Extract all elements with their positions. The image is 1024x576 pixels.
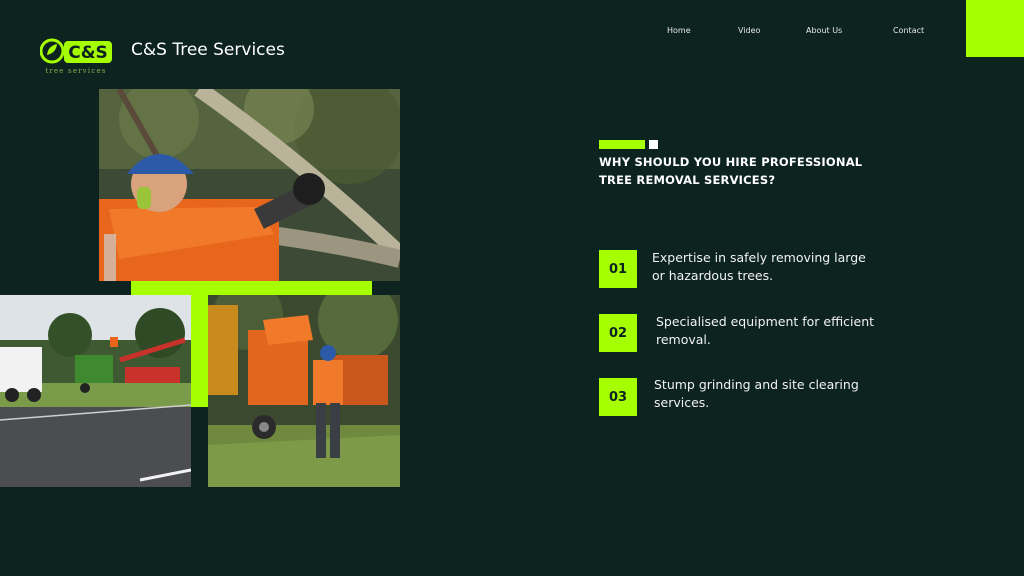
benefit-number-1: 01 <box>599 250 637 288</box>
wood-chipper-worker-photo <box>208 295 400 487</box>
brand-name: C&S Tree Services <box>131 40 285 60</box>
arborist-cutting-branch-photo <box>99 89 400 281</box>
benefit-text-3: Stump grinding and site clearing service… <box>654 377 859 410</box>
section-heading: WHY SHOULD YOU HIRE PROFESSIONAL TREE RE… <box>599 155 863 187</box>
nav-contact-link[interactable]: Contact <box>893 26 924 35</box>
corner-accent-block <box>966 0 1024 57</box>
benefit-text-1: Expertise in safely removing large or ha… <box>652 250 866 283</box>
truck-and-cherry-picker-photo <box>0 295 191 487</box>
logo-text: C&S <box>68 43 108 63</box>
nav-video-link[interactable]: Video <box>738 26 760 35</box>
logo-tagline: tree services <box>45 67 106 75</box>
nav-about-link[interactable]: About Us <box>806 26 842 35</box>
benefit-number-3: 03 <box>599 378 637 416</box>
accent-bar-horizontal <box>131 281 372 295</box>
accent-bar-vertical <box>191 295 208 407</box>
brand-logo[interactable]: C&S tree services <box>39 38 115 76</box>
benefit-text-2: Specialised equipment for efficient remo… <box>656 314 875 347</box>
benefit-number-2: 02 <box>599 314 637 352</box>
heading-accent-bar <box>599 140 645 149</box>
nav-home-link[interactable]: Home <box>667 26 691 35</box>
heading-accent-square <box>649 140 658 149</box>
